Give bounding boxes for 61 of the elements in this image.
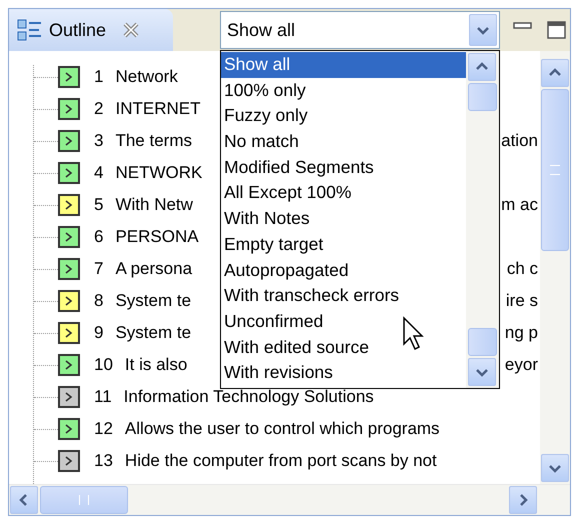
segment-number: 10 xyxy=(94,355,113,375)
dropdown-option[interactable]: All Except 100% xyxy=(221,180,466,206)
segment-text[interactable]: ng p xyxy=(504,323,540,343)
close-icon[interactable] xyxy=(122,21,140,39)
scroll-right-button[interactable] xyxy=(509,486,537,514)
segment-text[interactable]: ch c xyxy=(506,259,540,279)
dropdown-option[interactable]: Modified Segments xyxy=(221,154,466,180)
scroll-up-button[interactable] xyxy=(541,59,569,87)
segment-number: 2 xyxy=(94,99,104,119)
scrollbar-thumb[interactable] xyxy=(40,486,128,514)
segment-text[interactable]: System te xyxy=(115,291,192,311)
segment-number: 4 xyxy=(94,163,104,183)
segment-text[interactable]: A persona xyxy=(115,259,192,279)
scroll-up-button[interactable] xyxy=(468,53,496,81)
scroll-down-button[interactable] xyxy=(541,454,569,482)
segment-text[interactable]: Network xyxy=(115,67,178,87)
segment-text[interactable]: INTERNET xyxy=(115,99,200,119)
scrollbar-thumb[interactable] xyxy=(468,328,497,356)
outline-icon xyxy=(17,19,43,41)
dropdown-option[interactable]: With revisions xyxy=(221,360,466,386)
segment-text[interactable]: Hide the computer from port scans by not xyxy=(124,451,437,471)
scrollbar-thumb[interactable] xyxy=(468,83,497,111)
segment-number: 8 xyxy=(94,291,104,311)
segment-number: 6 xyxy=(94,227,104,247)
dropdown-option[interactable]: With edited source xyxy=(221,334,466,360)
dropdown-option[interactable]: Empty target xyxy=(221,232,466,258)
dropdown-option[interactable]: Autopropagated xyxy=(221,258,466,284)
dropdown-option[interactable]: Unconfirmed xyxy=(221,308,466,335)
segment-text[interactable]: ation xyxy=(501,131,540,151)
maximize-icon[interactable] xyxy=(546,20,568,40)
segment-number: 9 xyxy=(94,323,104,343)
dropdown-option[interactable]: Fuzzy only xyxy=(221,103,466,130)
segment-number: 1 xyxy=(94,67,104,87)
segment-text[interactable]: System te xyxy=(115,323,192,343)
dropdown-option[interactable]: With transcheck errors xyxy=(221,283,466,309)
segment-text[interactable]: Allows the user to control which programs xyxy=(124,419,440,439)
segment-text[interactable]: PERSONA xyxy=(115,227,199,247)
segment-number: 12 xyxy=(94,419,113,439)
outline-tab[interactable]: Outline xyxy=(9,9,173,51)
segment-text[interactable]: eyor xyxy=(504,355,540,375)
segment-number: 11 xyxy=(94,387,112,407)
segment-text[interactable]: With Netw xyxy=(115,195,193,215)
dropdown-button[interactable] xyxy=(469,14,497,46)
scroll-left-button[interactable] xyxy=(10,486,38,514)
segment-text[interactable]: The terms xyxy=(115,131,192,151)
segment-text[interactable]: Information Technology Solutions xyxy=(124,387,374,407)
segment-text[interactable]: m ac xyxy=(501,195,540,215)
dropdown-option[interactable]: With Notes xyxy=(221,206,466,232)
scrollbar-thumb[interactable] xyxy=(541,89,569,251)
segment-number: 7 xyxy=(94,259,104,279)
scroll-down-button[interactable] xyxy=(468,358,496,386)
segment-text[interactable]: NETWORK xyxy=(115,163,202,183)
segment-number: 13 xyxy=(94,451,113,471)
segment-number: 5 xyxy=(94,195,104,215)
dropdown-option[interactable]: Show all xyxy=(221,52,466,78)
dropdown-option[interactable]: No match xyxy=(221,129,466,155)
segment-text[interactable]: It is also xyxy=(124,355,188,375)
filter-dropdown[interactable]: Show all xyxy=(220,11,500,49)
segment-text[interactable]: ire s xyxy=(506,291,540,311)
dropdown-option[interactable]: 100% only xyxy=(221,78,466,104)
segment-number: 3 xyxy=(94,131,104,151)
